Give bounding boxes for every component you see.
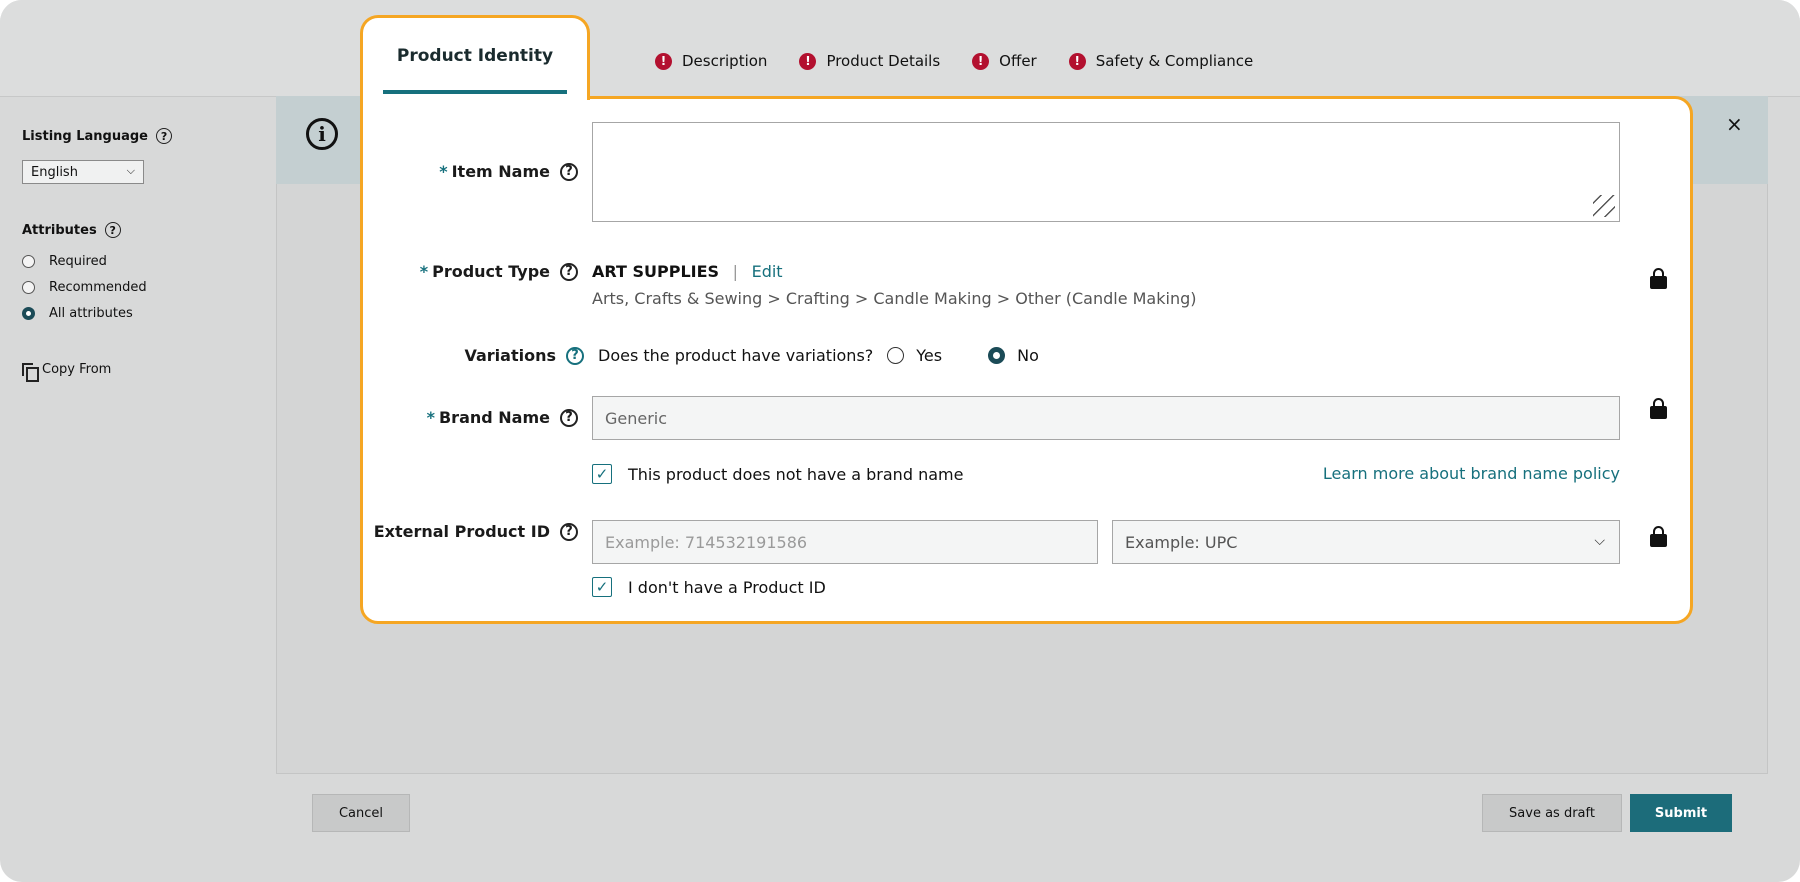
help-icon[interactable]: ?	[560, 522, 578, 541]
language-select[interactable]: English ⌵	[22, 160, 144, 184]
tab-bar: ! Description ! Product Details ! Offer …	[655, 52, 1253, 70]
chevron-down-icon: ⌵	[126, 164, 135, 177]
submit-button[interactable]: Submit	[1630, 794, 1732, 832]
help-icon[interactable]: ?	[566, 346, 584, 365]
attribute-option-required[interactable]: Required	[22, 254, 107, 269]
save-draft-button[interactable]: Save as draft	[1482, 794, 1622, 832]
item-name-input[interactable]	[592, 122, 1620, 222]
lock-icon	[1650, 526, 1667, 547]
chevron-down-icon: ⌵	[1594, 533, 1605, 549]
app-window: Listing Language ? English ⌵ Attributes …	[0, 0, 1800, 882]
edit-product-type-link[interactable]: Edit	[752, 262, 783, 281]
no-brand-checkbox[interactable]: ✓	[592, 464, 612, 484]
product-type-value: ART SUPPLIES | Edit Arts, Crafts & Sewin…	[592, 262, 1197, 308]
lock-icon	[1650, 268, 1667, 289]
variations-label: Variations ?	[380, 346, 584, 365]
attribute-option-recommended[interactable]: Recommended	[22, 280, 147, 295]
resize-handle-icon[interactable]	[1593, 195, 1615, 217]
info-icon: i	[306, 118, 338, 150]
tab-product-identity[interactable]: Product Identity	[360, 15, 590, 100]
tab-description[interactable]: ! Description	[655, 52, 767, 70]
no-brand-checkbox-row[interactable]: ✓ This product does not have a brand nam…	[592, 464, 963, 484]
attribute-option-all[interactable]: All attributes	[22, 306, 133, 321]
external-product-id-label: External Product ID ?	[360, 522, 578, 541]
listing-language-label: Listing Language ?	[22, 128, 173, 144]
tab-safety-compliance[interactable]: ! Safety & Compliance	[1068, 52, 1253, 70]
variations-no-radio[interactable]	[988, 347, 1006, 364]
no-product-id-checkbox-row[interactable]: ✓ I don't have a Product ID	[592, 577, 826, 597]
brand-name-label: * Brand Name ?	[380, 408, 578, 427]
attributes-label: Attributes ?	[22, 222, 121, 238]
help-icon[interactable]: ?	[156, 128, 173, 144]
product-type-label: * Product Type ?	[380, 262, 578, 281]
close-icon[interactable]: ×	[1726, 112, 1743, 136]
no-product-id-checkbox[interactable]: ✓	[592, 577, 612, 597]
help-icon[interactable]: ?	[560, 408, 578, 427]
copy-from-link[interactable]: Copy From	[22, 362, 111, 382]
radio-checked-icon[interactable]	[22, 307, 35, 320]
help-icon[interactable]: ?	[560, 162, 578, 181]
variations-yes-radio[interactable]	[887, 347, 905, 364]
tab-offer[interactable]: ! Offer	[972, 52, 1037, 70]
error-icon: !	[655, 52, 672, 70]
radio-icon[interactable]	[22, 255, 35, 268]
top-band	[0, 0, 1800, 97]
external-id-type-select[interactable]: Example: UPC ⌵	[1112, 520, 1620, 564]
brand-name-input[interactable]: Generic	[592, 396, 1620, 440]
product-type-path: Arts, Crafts & Sewing > Crafting > Candl…	[592, 289, 1197, 308]
lock-icon	[1650, 398, 1667, 419]
error-icon: !	[972, 52, 990, 70]
help-icon[interactable]: ?	[104, 222, 121, 238]
variations-radio-group: Does the product have variations? Yes No	[598, 346, 1039, 365]
brand-policy-link[interactable]: Learn more about brand name policy	[1300, 464, 1620, 483]
help-icon[interactable]: ?	[560, 262, 578, 281]
error-icon: !	[1068, 52, 1086, 70]
item-name-label: * Item Name ?	[380, 162, 578, 181]
tab-product-details[interactable]: ! Product Details	[799, 52, 940, 70]
radio-icon[interactable]	[22, 281, 35, 294]
copy-icon	[22, 362, 39, 382]
cancel-button[interactable]: Cancel	[312, 794, 410, 832]
error-icon: !	[799, 52, 817, 70]
external-product-id-input[interactable]: Example: 714532191586	[592, 520, 1098, 564]
